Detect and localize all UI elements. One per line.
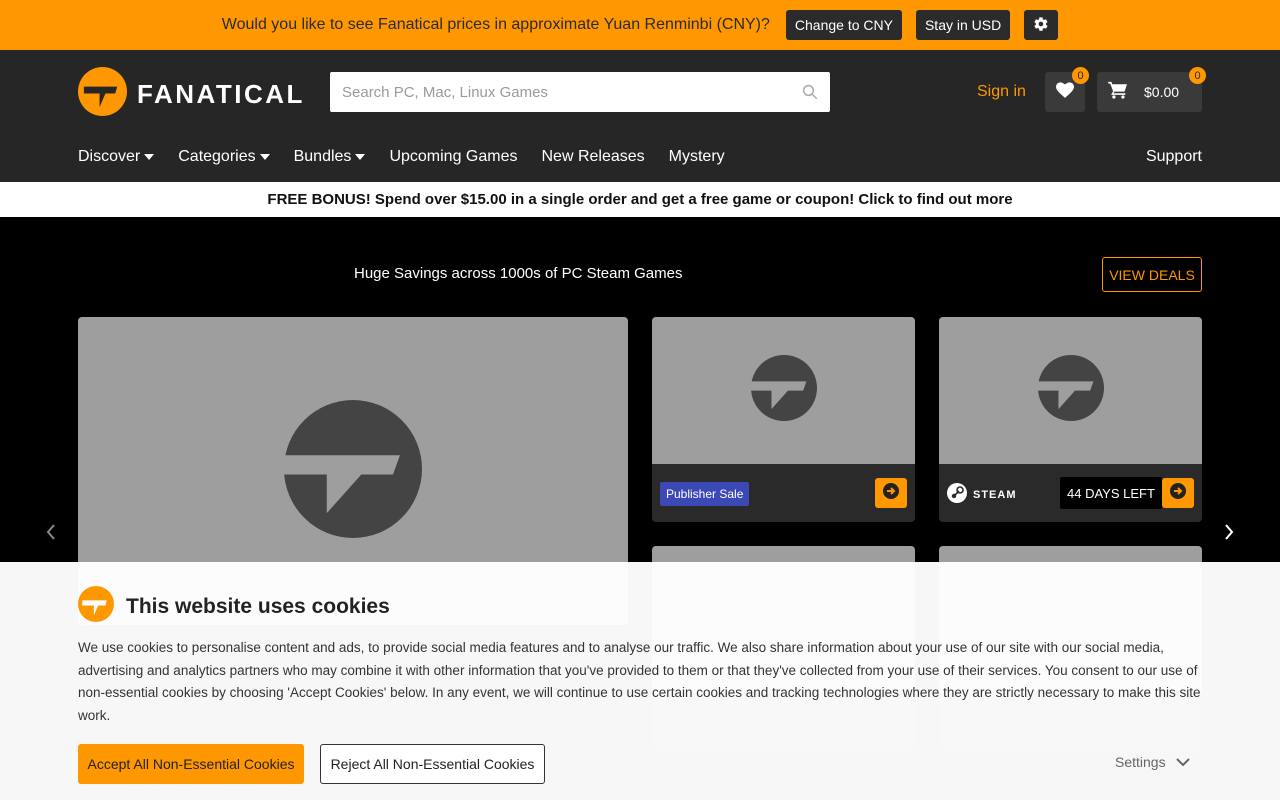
sign-in-link[interactable]: Sign in — [977, 83, 1026, 101]
deal-card-go-button[interactable] — [1162, 478, 1194, 508]
caret-down-icon — [144, 154, 155, 160]
fanatical-logo-icon — [78, 586, 114, 627]
cookie-description: We use cookies to personalise content an… — [78, 640, 1201, 723]
cookie-consent-panel: This website uses cookies We use cookies… — [0, 562, 1280, 800]
nav-upcoming-games[interactable]: Upcoming Games — [389, 148, 517, 166]
view-deals-button[interactable]: VIEW DEALS — [1102, 257, 1202, 292]
steam-icon — [947, 483, 967, 506]
nav-discover-label: Discover — [78, 148, 141, 165]
deal-card-steam[interactable]: STEAM 44 DAYS LEFT — [939, 317, 1202, 522]
wishlist-count-badge: 0 — [1072, 67, 1089, 84]
deal-card-footer: Publisher Sale — [652, 464, 915, 522]
cookie-title: This website uses cookies — [126, 594, 390, 618]
nav-categories-label: Categories — [178, 148, 256, 165]
cookie-settings-label: Settings — [1115, 754, 1166, 770]
nav-bundles-label: Bundles — [293, 148, 352, 165]
chevron-down-icon — [1175, 754, 1190, 770]
deal-card-footer: STEAM 44 DAYS LEFT — [939, 464, 1202, 522]
wishlist-button[interactable]: 0 — [1045, 67, 1089, 112]
nav-categories[interactable]: Categories — [178, 148, 270, 166]
search-icon[interactable] — [790, 83, 830, 101]
search-bar — [330, 72, 830, 112]
nav-bundles[interactable]: Bundles — [294, 148, 366, 166]
cart-icon — [1108, 81, 1128, 104]
free-bonus-banner[interactable]: FREE BONUS! Spend over $15.00 in a singl… — [0, 182, 1280, 217]
deal-card-go-button[interactable] — [875, 478, 907, 508]
site-header: FANATICAL Sign in 0 $0.00 0 Discover Cat… — [0, 50, 1280, 182]
cart-count-badge: 0 — [1189, 67, 1206, 84]
heart-icon — [1056, 81, 1074, 103]
stay-currency-button[interactable]: Stay in USD — [915, 10, 1011, 40]
fanatical-placeholder-icon — [1037, 355, 1104, 426]
currency-banner: Would you like to see Fanatical prices i… — [0, 0, 1280, 50]
deal-card-image — [652, 317, 915, 464]
gear-icon — [1033, 16, 1049, 35]
cookie-settings-toggle[interactable]: Settings — [1115, 754, 1190, 770]
caret-down-icon — [259, 154, 270, 160]
currency-message: Would you like to see Fanatical prices i… — [221, 16, 770, 33]
publisher-sale-badge: Publisher Sale — [660, 482, 750, 506]
fanatical-logo[interactable]: FANATICAL — [78, 67, 305, 121]
logo-text: FANATICAL — [137, 78, 305, 109]
change-currency-button[interactable]: Change to CNY — [785, 10, 902, 40]
cart-total: $0.00 — [1144, 84, 1180, 100]
deal-card-image — [939, 317, 1202, 464]
arrow-right-circle-icon — [1170, 482, 1186, 504]
main-nav: Discover Categories Bundles Upcoming Gam… — [78, 148, 725, 166]
hero-title: Huge Savings across 1000s of PC Steam Ga… — [354, 265, 683, 282]
fanatical-placeholder-icon — [284, 399, 422, 543]
chevron-right-icon — [1224, 523, 1234, 545]
fanatical-logo-icon — [78, 67, 127, 121]
fanatical-placeholder-icon — [750, 355, 817, 426]
cart-button[interactable]: $0.00 0 — [1097, 67, 1206, 112]
chevron-left-icon — [46, 523, 56, 545]
search-input[interactable] — [330, 72, 790, 112]
reject-cookies-button[interactable]: Reject All Non-Essential Cookies — [320, 744, 545, 784]
nav-new-releases[interactable]: New Releases — [541, 148, 644, 166]
nav-support[interactable]: Support — [1146, 148, 1202, 166]
steam-platform: STEAM — [947, 483, 1017, 506]
days-left-badge: 44 DAYS LEFT — [1060, 477, 1162, 509]
currency-settings-button[interactable] — [1024, 10, 1059, 40]
carousel-next-button[interactable] — [1219, 523, 1239, 545]
caret-down-icon — [355, 154, 366, 160]
cookie-header: This website uses cookies — [78, 586, 390, 627]
nav-mystery[interactable]: Mystery — [669, 148, 725, 166]
carousel-prev-button[interactable] — [41, 523, 61, 545]
arrow-right-circle-icon — [883, 482, 899, 504]
deal-card-publisher-sale[interactable]: Publisher Sale — [652, 317, 915, 522]
steam-label: STEAM — [973, 488, 1017, 501]
accept-cookies-button[interactable]: Accept All Non-Essential Cookies — [78, 744, 304, 784]
nav-discover[interactable]: Discover — [78, 148, 155, 166]
